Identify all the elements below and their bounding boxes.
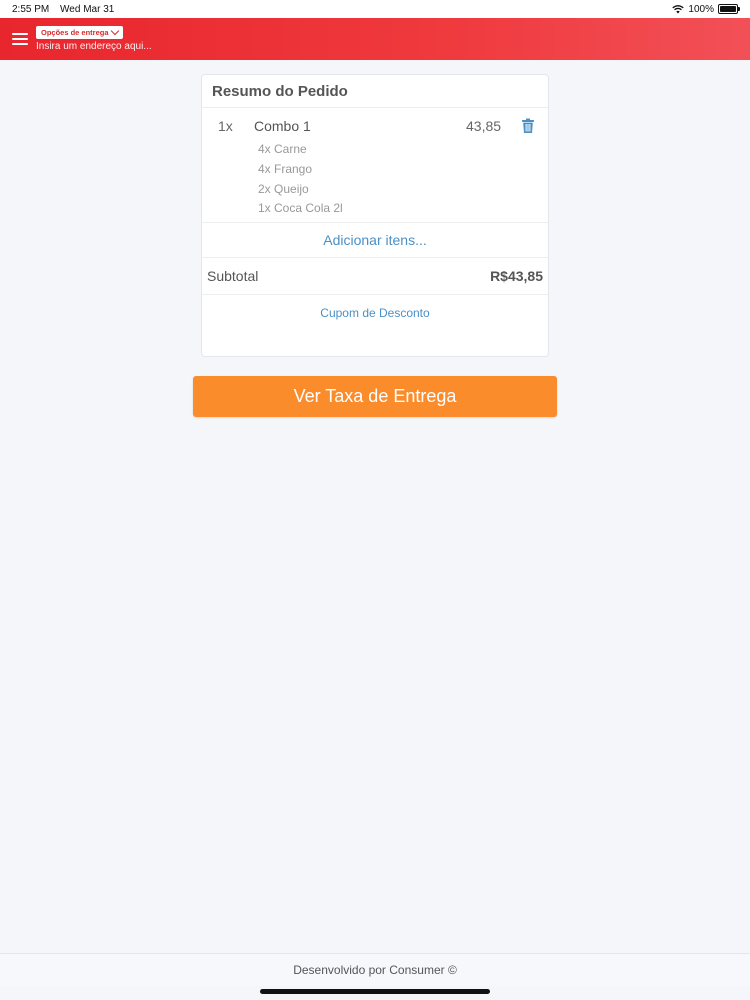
footer: Desenvolvido por Consumer © [0,953,750,986]
view-delivery-fee-button[interactable]: Ver Taxa de Entrega [193,376,557,417]
wifi-icon [672,5,685,14]
item-details: 4x Carne 4x Frango 2x Queijo 1x Coca Col… [258,140,343,219]
order-item: 1x Combo 1 43,85 4x Carne 4x Frango 2x Q… [202,108,548,223]
subtotal-label: Subtotal [207,268,259,284]
item-detail: 1x Coca Cola 2l [258,201,343,216]
delivery-options-button[interactable]: Opções de entrega [36,26,123,39]
app-header: Opções de entrega [0,18,750,60]
header-delivery-area: Opções de entrega [36,26,236,52]
item-detail: 4x Carne [258,142,307,156]
status-right: 100% [672,3,740,15]
item-detail: 4x Frango [258,161,313,176]
status-bar: 2:55 PM Wed Mar 31 100% [0,0,750,18]
item-quantity: 1x [218,118,233,134]
battery-icon [718,4,740,14]
chevron-down-icon [110,26,119,36]
home-indicator [260,989,490,994]
item-detail: 2x Queijo [258,181,309,196]
discount-coupon-link[interactable]: Cupom de Desconto [202,295,548,331]
order-summary-title: Resumo do Pedido [202,75,548,108]
order-summary-card: Resumo do Pedido 1x Combo 1 43,85 4x Car… [201,74,549,357]
delivery-options-label: Opções de entrega [41,28,109,37]
status-time: 2:55 PM [12,3,50,15]
footer-credit: Desenvolvido por Consumer © [293,963,457,977]
item-price: 43,85 [466,118,502,134]
item-name: Combo 1 [254,118,311,134]
battery-percent: 100% [688,3,714,15]
hamburger-menu-icon[interactable] [12,33,28,45]
status-date: Wed Mar 31 [60,3,115,15]
subtotal-value: R$43,85 [490,268,543,284]
subtotal-row: Subtotal R$43,85 [202,258,548,295]
address-input[interactable] [36,41,236,52]
trash-icon[interactable] [521,118,535,134]
status-left: 2:55 PM Wed Mar 31 [12,4,122,15]
add-items-link[interactable]: Adicionar itens... [202,223,548,258]
